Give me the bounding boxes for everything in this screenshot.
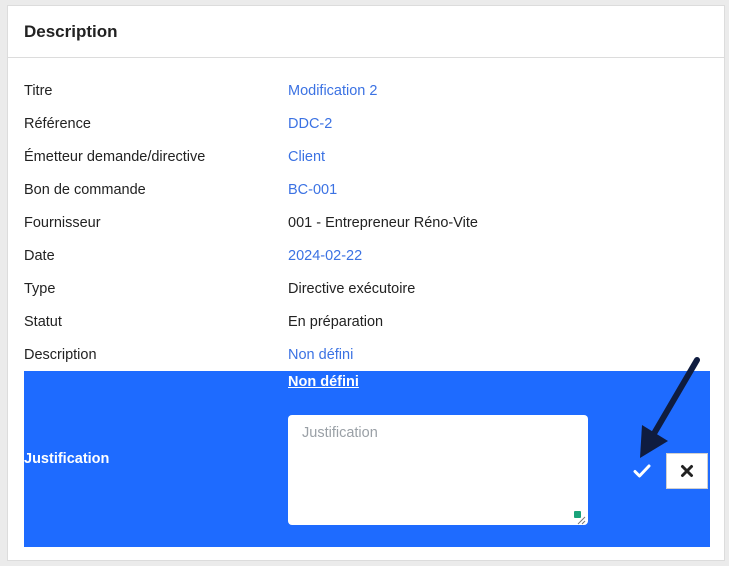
field-row-date: Date 2024-02-22	[24, 239, 724, 272]
description-panel: Description Titre Modification 2 Référen…	[7, 5, 725, 561]
field-row-reference: Référence DDC-2	[24, 107, 724, 140]
field-label: Fournisseur	[24, 214, 101, 231]
field-label: Type	[24, 280, 56, 297]
field-row-bon-de-commande: Bon de commande BC-001	[24, 173, 724, 206]
field-value-link[interactable]: Modification 2	[288, 83, 377, 99]
field-row-type: Type Directive exécutoire	[24, 272, 724, 305]
field-label: Statut	[24, 313, 62, 330]
field-value-link[interactable]: 2024-02-22	[288, 248, 362, 264]
check-icon	[633, 464, 651, 478]
field-label: Référence	[24, 115, 91, 132]
confirm-button[interactable]	[630, 459, 654, 483]
field-label: Émetteur demande/directive	[24, 148, 206, 165]
field-row-fournisseur: Fournisseur 001 - Entrepreneur Réno-Vite	[24, 206, 724, 239]
field-row-statut: Statut En préparation	[24, 305, 724, 338]
field-value-link[interactable]: Client	[288, 149, 325, 165]
field-label: Bon de commande	[24, 181, 146, 198]
field-label: Titre	[24, 82, 53, 99]
close-icon	[681, 465, 693, 477]
field-value: Directive exécutoire	[288, 280, 416, 297]
justification-current-value-link[interactable]: Non défini	[288, 374, 359, 390]
panel-title: Description	[8, 6, 724, 58]
field-label: Date	[24, 247, 55, 264]
justification-textarea[interactable]	[288, 415, 588, 525]
field-value-link[interactable]: Non défini	[288, 347, 353, 363]
field-row-titre: Titre Modification 2	[24, 74, 724, 107]
field-row-emetteur: Émetteur demande/directive Client	[24, 140, 724, 173]
justification-edit-row: Justification Non défini	[24, 371, 710, 547]
field-value: En préparation	[288, 313, 384, 330]
field-row-description: Description Non défini	[24, 338, 724, 371]
field-value-link[interactable]: DDC-2	[288, 116, 332, 132]
resize-handle-icon[interactable]	[576, 515, 586, 525]
justification-label: Justification	[24, 451, 110, 467]
field-label: Description	[24, 346, 97, 363]
field-value-link[interactable]: BC-001	[288, 182, 337, 198]
field-value: 001 - Entrepreneur Réno-Vite	[288, 214, 478, 231]
cancel-button[interactable]	[666, 453, 708, 489]
